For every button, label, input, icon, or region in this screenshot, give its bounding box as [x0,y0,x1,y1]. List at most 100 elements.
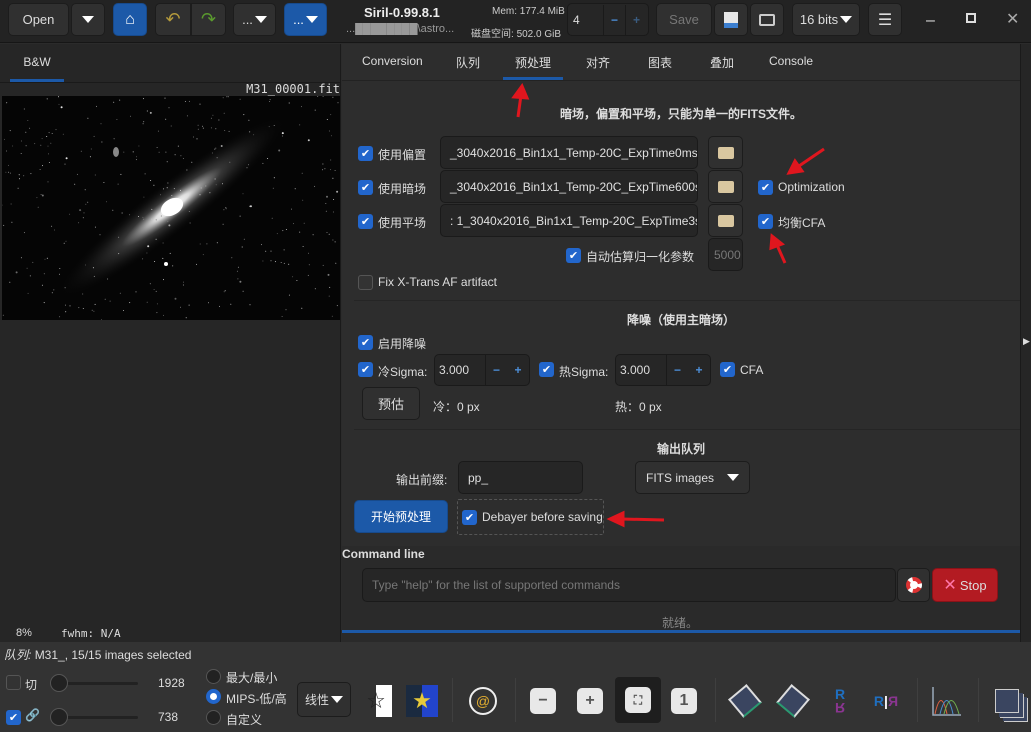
open-recent-dropdown[interactable] [71,3,105,36]
hot-sigma-input[interactable]: 3.000 [616,363,666,377]
star [168,224,171,227]
expand-arrow-icon[interactable]: ▶ [1023,336,1030,347]
star [307,139,310,142]
maximize-button[interactable] [966,13,976,23]
star [25,131,27,133]
star [224,290,226,292]
flat-browse-button[interactable] [708,204,743,237]
redo-button[interactable]: ↷ [191,3,226,36]
link-checkbox[interactable]: ✔ [6,710,21,725]
stop-button[interactable]: ✕ Stop [932,568,998,602]
star [205,185,207,187]
stretch-dropdown[interactable]: 线性 [297,682,351,717]
snapshot-button[interactable] [750,3,784,36]
hot-sigma-stepper[interactable]: 3.000 − + [615,354,711,386]
bit-depth-dropdown[interactable]: 16 bits [792,3,860,36]
dark-browse-button[interactable] [708,170,743,203]
star [69,213,71,215]
fix-xtrans-checkbox[interactable] [358,275,373,290]
image-canvas[interactable] [2,96,340,320]
mirror-x-button[interactable]: RR [823,684,857,718]
color-saturation-button[interactable]: ★ [405,684,439,718]
command-input[interactable]: Type "help" for the list of supported co… [362,568,896,602]
flat-file-field[interactable]: : 1_3040x2016_Bin1x1_Temp-20C_ExpTime3s.… [440,204,698,237]
hot-sigma-checkbox[interactable]: ✔ [539,362,554,377]
threads-stepper[interactable]: 4 − + [567,3,649,36]
star [42,165,43,167]
star [276,233,278,235]
cold-sigma-checkbox[interactable]: ✔ [358,362,373,377]
zoom-out-button[interactable]: − [526,684,560,718]
optimization-checkbox[interactable]: ✔ [758,180,773,195]
cold-sigma-input[interactable]: 3.000 [435,363,485,377]
mirror-y-button[interactable]: R|R [869,684,903,718]
plus-icon[interactable]: + [625,4,647,35]
tab-conversion[interactable]: Conversion [362,54,423,68]
zoom-in-button[interactable]: + [573,684,607,718]
use-flat-checkbox[interactable]: ✔ [358,214,373,229]
high-slider[interactable] [50,674,138,692]
cold-sigma-stepper[interactable]: 3.000 − + [434,354,530,386]
minimize-button[interactable]: – [926,12,935,30]
tab-sequence[interactable]: 队列 [456,54,480,71]
rotate-left-button[interactable] [728,684,762,718]
image-stack-button[interactable] [990,684,1024,718]
cosmetic-cfa-label: CFA [740,363,764,377]
rotate-right-button[interactable] [776,684,810,718]
zoom-fit-button[interactable]: ⛶ [615,677,661,723]
home-button[interactable]: ⌂ [113,3,147,36]
normalization-value-input[interactable]: 5000 [708,238,743,271]
close-button[interactable]: ✕ [1006,9,1019,29]
estimate-button[interactable]: 预估 [362,387,420,420]
help-button[interactable] [897,568,930,602]
minus-icon[interactable]: − [666,355,688,385]
radio-minmax[interactable] [206,669,221,684]
use-dark-checkbox[interactable]: ✔ [358,180,373,195]
tab-stacking[interactable]: 叠加 [710,54,734,71]
photometry-button[interactable]: @ [466,684,500,718]
star [160,215,162,217]
star [53,289,55,291]
tab-plot[interactable]: 图表 [648,54,672,71]
cut-checkbox[interactable] [6,675,21,690]
save-button[interactable]: Save [656,3,712,36]
star [335,262,337,264]
dark-file-field[interactable]: _3040x2016_Bin1x1_Temp-20C_ExpTime600s.f… [440,170,698,203]
debayer-checkbox[interactable]: ✔ [462,510,477,525]
histogram-button[interactable] [930,684,964,718]
star [155,219,157,221]
zoom-one-button[interactable]: 1 [667,684,701,718]
main-menu-button[interactable]: ☰ [868,3,902,36]
use-offset-checkbox[interactable]: ✔ [358,146,373,161]
tab-console[interactable]: Console [769,54,813,68]
radio-custom[interactable] [206,710,221,725]
plus-icon[interactable]: + [688,355,710,385]
plus-icon[interactable]: + [507,355,529,385]
start-preprocessing-button[interactable]: 开始预处理 [354,500,448,533]
threads-input[interactable]: 4 [568,13,603,27]
offset-browse-button[interactable] [708,136,743,169]
star [273,125,275,126]
minus-icon[interactable]: − [603,4,625,35]
undo-button[interactable]: ↶ [155,3,191,36]
tab-bw[interactable]: B&W [10,44,64,82]
star [129,214,131,216]
tab-preprocessing[interactable]: 预处理 [503,54,563,80]
tab-registration[interactable]: 对齐 [586,54,610,71]
enable-cosmetic-checkbox[interactable]: ✔ [358,335,373,350]
open-button[interactable]: Open [8,3,69,36]
auto-normalize-checkbox[interactable]: ✔ [566,248,581,263]
low-slider[interactable] [50,708,138,726]
negative-view-button[interactable]: ☆ [359,684,393,718]
save-as-button[interactable] [714,3,748,36]
scripts-menu-button[interactable]: ... [233,3,276,36]
radio-mips[interactable] [206,689,221,704]
equalize-cfa-checkbox[interactable]: ✔ [758,214,773,229]
star [58,96,59,98]
output-format-dropdown[interactable]: FITS images [635,461,750,494]
offset-file-field[interactable]: _3040x2016_Bin1x1_Temp-20C_ExpTime0ms.fi… [440,136,698,169]
minus-icon[interactable]: − [485,355,507,385]
cosmetic-cfa-checkbox[interactable]: ✔ [720,362,735,377]
processing-menu-button[interactable]: ... [284,3,327,36]
output-prefix-input[interactable]: pp_ [458,461,583,494]
